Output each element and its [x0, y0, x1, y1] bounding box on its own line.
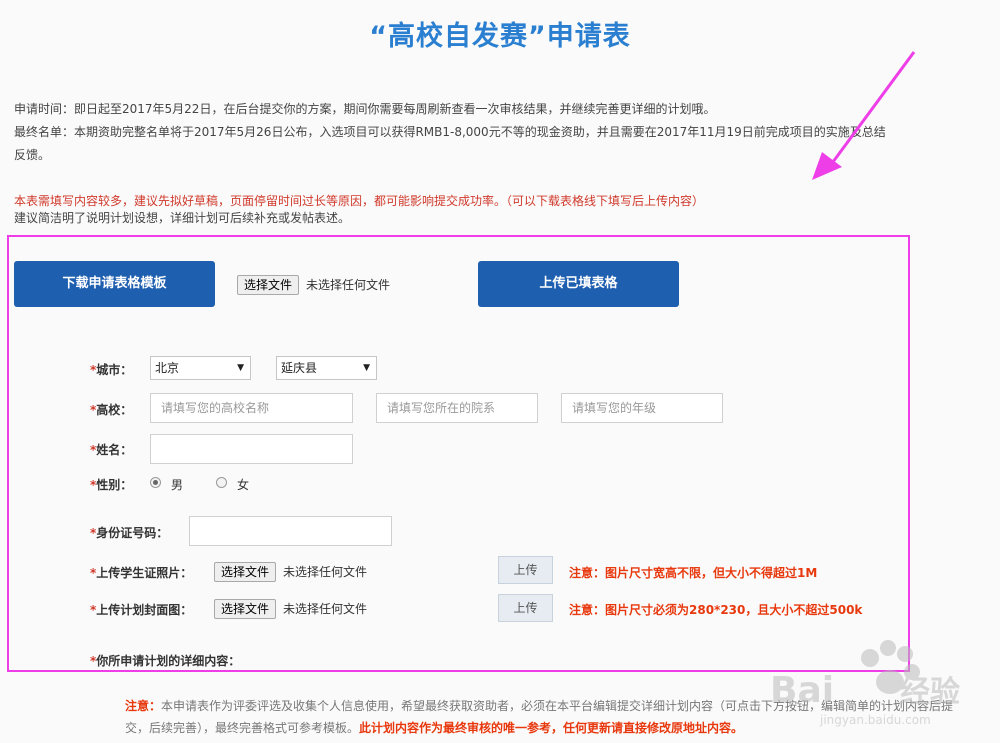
student-card-no-file: 未选择任何文件 — [283, 565, 368, 579]
student-card-label: *上传学生证照片： — [90, 566, 193, 580]
id-number-label: *身份证号码： — [90, 526, 169, 540]
choose-file-button[interactable]: 选择文件 — [237, 275, 300, 295]
download-template-button[interactable]: 下载申请表格模板 — [14, 261, 215, 307]
province-select[interactable]: 北京 ▼ — [150, 356, 251, 380]
cover-label: *上传计划封面图： — [90, 603, 193, 617]
gender-male-radio[interactable] — [150, 477, 161, 488]
chevron-down-icon: ▼ — [363, 363, 370, 373]
county-select[interactable]: 延庆县 ▼ — [276, 356, 377, 380]
gender-label: *性别： — [90, 478, 133, 492]
cover-no-file: 未选择任何文件 — [283, 602, 368, 616]
cover-choose-button[interactable]: 选择文件 — [214, 599, 277, 619]
student-card-note: 注意：图片尺寸宽高不限，但大小不得超过1M — [569, 566, 818, 580]
student-card-choose-button[interactable]: 选择文件 — [214, 562, 277, 582]
detail-label: *你所申请计划的详细内容： — [90, 654, 241, 668]
baidu-watermark-logo: Bai 经验 jingyan.baidu.com — [770, 640, 960, 727]
no-file-text: 未选择任何文件 — [306, 278, 391, 292]
school-label: *高校： — [90, 403, 133, 417]
student-card-upload-button[interactable]: 上传 — [498, 556, 553, 584]
name-input[interactable] — [150, 434, 353, 464]
cover-upload-button[interactable]: 上传 — [498, 594, 553, 622]
school-name-input[interactable]: 请填写您的高校名称 — [150, 393, 353, 423]
grade-input[interactable]: 请填写您的年级 — [561, 393, 723, 423]
city-label: *城市： — [90, 363, 133, 377]
chevron-down-icon: ▼ — [237, 363, 244, 373]
gender-male-label: 男 — [171, 478, 184, 492]
svg-text:Bai: Bai — [770, 670, 834, 711]
gender-female-radio[interactable] — [216, 477, 227, 488]
svg-text:经验: 经验 — [900, 675, 960, 710]
cover-note: 注意：图片尺寸必须为280*230，且大小不超过500k — [569, 603, 863, 617]
id-number-input[interactable] — [189, 516, 392, 546]
svg-text:jingyan.baidu.com: jingyan.baidu.com — [819, 713, 931, 727]
upload-filled-form-button[interactable]: 上传已填表格 — [478, 261, 679, 307]
name-label: *姓名： — [90, 443, 133, 457]
gender-female-label: 女 — [237, 478, 250, 492]
department-input[interactable]: 请填写您所在的院系 — [376, 393, 538, 423]
